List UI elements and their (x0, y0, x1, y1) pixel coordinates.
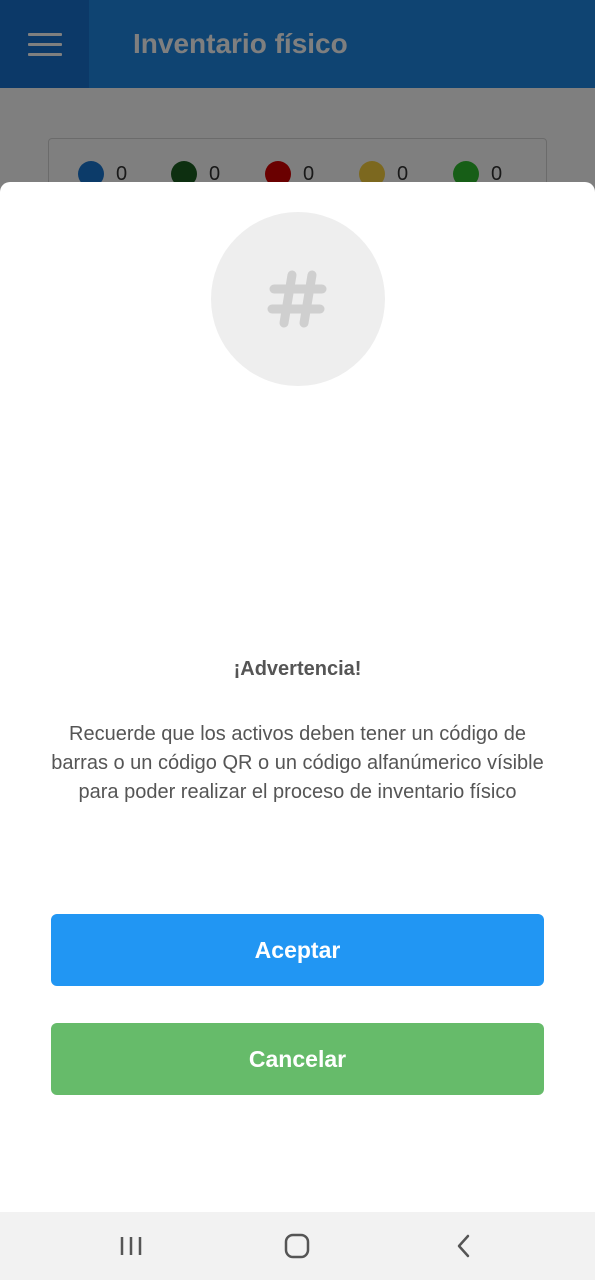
warning-dialog: ¡Advertencia! Recuerde que los activos d… (0, 182, 595, 1212)
hashtag-icon (267, 270, 327, 328)
recent-apps-icon (120, 1237, 142, 1255)
accept-button[interactable]: Aceptar (51, 914, 544, 986)
dialog-title: ¡Advertencia! (233, 658, 362, 680)
dialog-icon-container (211, 212, 385, 386)
system-nav-bar (0, 1212, 595, 1280)
dialog-message: Recuerde que los activos deben tener un … (51, 723, 544, 803)
home-button[interactable] (267, 1226, 327, 1266)
cancel-button[interactable]: Cancelar (51, 1023, 544, 1095)
home-icon (284, 1233, 310, 1259)
recent-apps-button[interactable] (101, 1226, 161, 1266)
back-button[interactable] (434, 1226, 494, 1266)
back-icon (457, 1234, 470, 1258)
